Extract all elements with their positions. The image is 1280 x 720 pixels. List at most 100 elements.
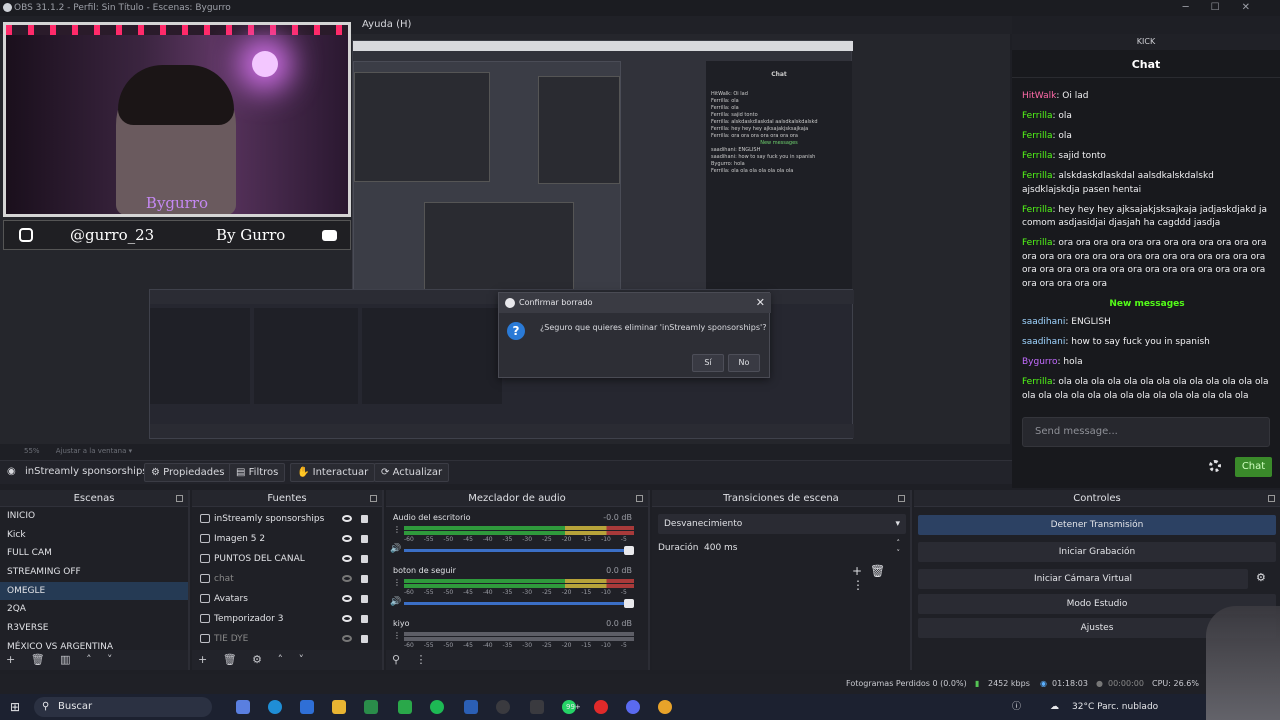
channel-menu-icon[interactable]: ⋮ xyxy=(393,525,401,534)
scene-item[interactable]: OMEGLE xyxy=(0,581,188,601)
source-item[interactable]: TIE DYE xyxy=(192,629,382,649)
window-controls[interactable]: ─☐✕ xyxy=(1183,0,1272,16)
mixer-toolbar[interactable]: ⚲ ⋮ xyxy=(386,650,648,670)
undock-icon[interactable] xyxy=(1268,495,1275,502)
volume-slider[interactable] xyxy=(404,546,634,555)
undock-icon[interactable] xyxy=(898,495,905,502)
gear-icon[interactable]: ⚙ xyxy=(1256,571,1266,584)
obs-logo-icon xyxy=(3,3,12,12)
eye-icon[interactable] xyxy=(342,535,352,542)
scene-item[interactable]: 2QA xyxy=(0,600,188,619)
lock-icon[interactable] xyxy=(361,575,368,583)
chat-username[interactable]: Ferrilla xyxy=(1022,171,1052,181)
source-item[interactable]: Imagen 5 2 xyxy=(192,529,382,549)
chrome-icon[interactable] xyxy=(658,700,672,714)
slider-handle[interactable] xyxy=(624,599,634,608)
scene-item[interactable]: FULL CAM xyxy=(0,544,188,563)
copilot-icon[interactable] xyxy=(236,700,250,714)
chat-username[interactable]: HitWalk xyxy=(1022,91,1056,101)
yes-button[interactable]: Sí xyxy=(692,354,724,372)
stepper-icon[interactable]: ˄ ˅ xyxy=(897,538,901,558)
chevron-down-icon[interactable]: ▾ xyxy=(129,447,133,455)
weather-text[interactable]: 32°C Parc. nublado xyxy=(1072,694,1158,720)
capcut-icon[interactable] xyxy=(530,700,544,714)
sources-toolbar[interactable]: + 🗑 ⚙ ˄ ˅ xyxy=(192,650,382,670)
close-icon[interactable]: ✕ xyxy=(756,293,765,313)
spotify-icon[interactable] xyxy=(430,700,444,714)
chat-username[interactable]: Ferrilla xyxy=(1022,151,1052,161)
scene-item[interactable]: INICIO xyxy=(0,507,188,526)
help-icon[interactable]: ⓘ xyxy=(1012,694,1021,720)
eye-icon[interactable] xyxy=(342,595,352,602)
app-icon[interactable] xyxy=(398,700,412,714)
lock-icon[interactable] xyxy=(361,555,368,563)
taskbar-search[interactable]: ⚲ Buscar xyxy=(34,697,212,717)
edge-icon[interactable] xyxy=(268,700,282,714)
source-item[interactable]: chat xyxy=(192,569,382,589)
scene-item[interactable]: R3VERSE xyxy=(0,619,188,638)
word-icon[interactable] xyxy=(464,700,478,714)
properties-button[interactable]: ⚙ Propiedades xyxy=(144,463,232,482)
chat-text: : hola xyxy=(1057,357,1083,367)
speaker-icon[interactable]: 🔊 xyxy=(390,597,401,607)
undock-icon[interactable] xyxy=(176,495,183,502)
speaker-icon[interactable]: 🔊 xyxy=(390,544,401,554)
store-icon[interactable] xyxy=(300,700,314,714)
eye-icon[interactable] xyxy=(342,555,352,562)
volume-meter xyxy=(404,531,634,535)
scene-item[interactable]: STREAMING OFF xyxy=(0,563,188,582)
chat-send-button[interactable]: Chat xyxy=(1235,457,1272,477)
no-button[interactable]: No xyxy=(728,354,760,372)
eye-off-icon[interactable] xyxy=(342,635,352,642)
obs-icon[interactable] xyxy=(496,700,510,714)
chat-username[interactable]: saadihani xyxy=(1022,317,1065,327)
chat-username[interactable]: Ferrilla xyxy=(1022,377,1052,387)
app-icon[interactable] xyxy=(364,700,378,714)
chat-input[interactable]: Send message... xyxy=(1022,417,1270,447)
undock-icon[interactable] xyxy=(636,495,643,502)
eye-off-icon[interactable] xyxy=(342,575,352,582)
lock-icon[interactable] xyxy=(361,615,368,623)
lock-icon[interactable] xyxy=(361,635,368,643)
chat-username[interactable]: Ferrilla xyxy=(1022,205,1052,215)
windows-start-icon[interactable]: ⊞ xyxy=(10,694,20,720)
source-item[interactable]: Temporizador 3 xyxy=(192,609,382,629)
virtual-cam-button[interactable]: Iniciar Cámara Virtual xyxy=(918,569,1248,589)
chat-username[interactable]: saadihani xyxy=(1022,337,1065,347)
slider-handle[interactable] xyxy=(624,546,634,555)
zoom-level[interactable]: 55% xyxy=(24,447,40,455)
transition-tools[interactable]: +🗑⋮ xyxy=(852,564,910,592)
filters-button[interactable]: ▤ Filtros xyxy=(229,463,286,482)
chat-username[interactable]: Ferrilla xyxy=(1022,131,1052,141)
start-recording-button[interactable]: Iniciar Grabación xyxy=(918,542,1276,562)
source-item[interactable]: Avatars xyxy=(192,589,382,609)
source-item[interactable]: inStreamly sponsorships xyxy=(192,509,382,529)
undock-icon[interactable] xyxy=(370,495,377,502)
chat-username[interactable]: Ferrilla xyxy=(1022,111,1052,121)
lock-icon[interactable] xyxy=(361,515,368,523)
nested-chat-line: saadihani: ENGLISH xyxy=(711,147,761,153)
channel-menu-icon[interactable]: ⋮ xyxy=(393,631,401,640)
refresh-button[interactable]: ⟳ Actualizar xyxy=(374,463,450,482)
chat-settings-icon[interactable] xyxy=(1209,460,1221,472)
volume-slider[interactable] xyxy=(404,599,634,608)
lock-icon[interactable] xyxy=(361,595,368,603)
chat-username[interactable]: Ferrilla xyxy=(1022,238,1052,248)
folder-icon[interactable] xyxy=(332,700,346,714)
eye-icon[interactable] xyxy=(342,615,352,622)
scenes-toolbar[interactable]: + 🗑 ▥ ˄ ˅ xyxy=(0,650,188,670)
chat-username[interactable]: Bygurro xyxy=(1022,357,1057,367)
discord-icon[interactable] xyxy=(626,700,640,714)
lock-icon[interactable] xyxy=(361,535,368,543)
transition-select[interactable]: Desvanecimiento ▾ xyxy=(658,514,906,534)
channel-menu-icon[interactable]: ⋮ xyxy=(393,578,401,587)
duration-input[interactable]: 400 ms ˄ ˅ xyxy=(700,538,906,558)
fit-option[interactable]: Ajustar a la ventana xyxy=(56,447,127,455)
interact-button[interactable]: ✋ Interactuar xyxy=(290,463,376,482)
opera-icon[interactable] xyxy=(594,700,608,714)
source-item[interactable]: PUNTOS DEL CANAL xyxy=(192,549,382,569)
menu-help[interactable]: Ayuda (H) xyxy=(362,16,411,34)
stop-stream-button[interactable]: Detener Transmisión xyxy=(918,515,1276,535)
eye-icon[interactable] xyxy=(342,515,352,522)
scene-item[interactable]: Kick xyxy=(0,526,188,545)
